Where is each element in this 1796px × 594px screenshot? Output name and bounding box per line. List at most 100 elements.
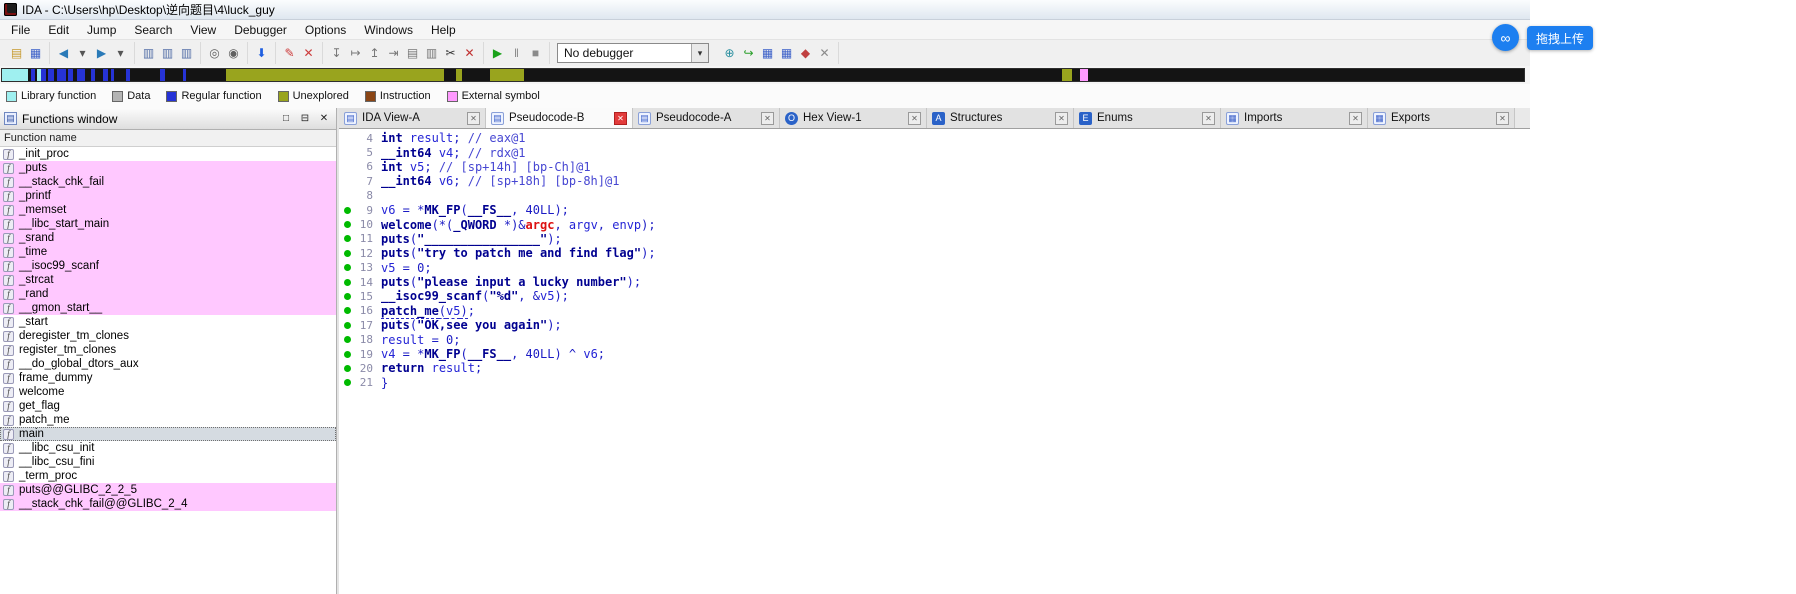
watch-list-icon[interactable]: ▥: [422, 44, 441, 63]
upload-widget-icon[interactable]: ∞: [1492, 24, 1519, 51]
tab-close-button[interactable]: ✕: [467, 111, 480, 125]
function-row[interactable]: f _time: [0, 245, 336, 259]
menu-item-view[interactable]: View: [181, 21, 225, 39]
function-row[interactable]: f __gmon_start__: [0, 301, 336, 315]
menu-item-file[interactable]: File: [2, 21, 39, 39]
discard-icon[interactable]: ✕: [299, 44, 318, 63]
function-name-column-header[interactable]: Function name: [0, 130, 336, 147]
tab-close-button[interactable]: ✕: [1202, 111, 1215, 125]
function-row[interactable]: f patch_me: [0, 413, 336, 427]
menu-item-windows[interactable]: Windows: [355, 21, 422, 39]
function-row[interactable]: f _rand: [0, 287, 336, 301]
tab-imports[interactable]: ▦ Imports ✕: [1221, 108, 1368, 128]
function-row[interactable]: f __isoc99_scanf: [0, 259, 336, 273]
function-row[interactable]: f __libc_csu_fini: [0, 455, 336, 469]
save-icon[interactable]: ▦: [26, 44, 45, 63]
code-line[interactable]: 11 puts("________________");: [339, 232, 1530, 246]
tab-pseudocode-a[interactable]: ▤ Pseudocode-A ✕: [633, 108, 780, 128]
open-file-icon[interactable]: ▤: [7, 44, 26, 63]
close-tool-icon[interactable]: ✕: [815, 44, 834, 63]
menu-item-search[interactable]: Search: [125, 21, 181, 39]
menu-item-jump[interactable]: Jump: [78, 21, 125, 39]
start-process-icon[interactable]: ▶: [488, 44, 507, 63]
code-line[interactable]: 17 puts("OK,see you again");: [339, 318, 1530, 332]
tab-close-button[interactable]: ✕: [1349, 111, 1362, 125]
upload-button[interactable]: 拖拽上传: [1527, 26, 1594, 50]
navigation-band[interactable]: [1, 68, 1525, 82]
forward-icon[interactable]: ▶: [92, 44, 111, 63]
function-row[interactable]: f deregister_tm_clones: [0, 329, 336, 343]
run-until-return-icon[interactable]: ↥: [365, 44, 384, 63]
function-row[interactable]: f get_flag: [0, 399, 336, 413]
tab-close-button[interactable]: ✕: [1496, 111, 1509, 125]
trace-icon[interactable]: ↪: [739, 44, 758, 63]
tab-hex-view-1[interactable]: O Hex View-1 ✕: [780, 108, 927, 128]
function-row[interactable]: f _init_proc: [0, 147, 336, 161]
jump-address-icon[interactable]: ▥: [177, 44, 196, 63]
code-line[interactable]: 8: [339, 189, 1530, 203]
menu-item-help[interactable]: Help: [422, 21, 465, 39]
code-line[interactable]: 19 v4 = *MK_FP(__FS__, 40LL) ^ v6;: [339, 347, 1530, 361]
tab-close-button[interactable]: ✕: [1055, 111, 1068, 125]
code-line[interactable]: 15 __isoc99_scanf("%d", &v5);: [339, 289, 1530, 303]
close-panel-button[interactable]: ✕: [316, 111, 332, 126]
function-row[interactable]: f _strcat: [0, 273, 336, 287]
patch-program-icon[interactable]: ✎: [280, 44, 299, 63]
function-row[interactable]: f _puts: [0, 161, 336, 175]
modules-icon[interactable]: ▦: [777, 44, 796, 63]
code-line[interactable]: 4 int result; // eax@1: [339, 131, 1530, 145]
function-row[interactable]: f _memset: [0, 203, 336, 217]
segments-icon[interactable]: ▦: [758, 44, 777, 63]
cut-icon[interactable]: ✂: [441, 44, 460, 63]
debugger-select[interactable]: No debugger ▾: [557, 43, 709, 63]
code-line[interactable]: 14 puts("please input a lucky number");: [339, 275, 1530, 289]
stack-trace-icon[interactable]: ▤: [403, 44, 422, 63]
function-row[interactable]: f _srand: [0, 231, 336, 245]
code-view[interactable]: 4 int result; // eax@1 5 __int64 v4; // rdx…: [339, 129, 1530, 594]
undock-button[interactable]: ⊟: [297, 111, 313, 126]
step-over-icon[interactable]: ↦: [346, 44, 365, 63]
tab-enums[interactable]: E Enums ✕: [1074, 108, 1221, 128]
code-line[interactable]: 21}: [339, 376, 1530, 390]
menu-item-options[interactable]: Options: [296, 21, 355, 39]
function-row[interactable]: f __libc_csu_init: [0, 441, 336, 455]
tab-pseudocode-b[interactable]: ▤ Pseudocode-B ✕: [486, 108, 633, 128]
cancel-action-icon[interactable]: ✕: [460, 44, 479, 63]
tab-close-button[interactable]: ✕: [908, 111, 921, 125]
search-text-icon[interactable]: ◎: [205, 44, 224, 63]
function-row[interactable]: f puts@@GLIBC_2_2_5: [0, 483, 336, 497]
back-icon[interactable]: ◀: [54, 44, 73, 63]
function-row[interactable]: f __stack_chk_fail@@GLIBC_2_4: [0, 497, 336, 511]
function-row[interactable]: f __do_global_dtors_aux: [0, 357, 336, 371]
search-bytes-icon[interactable]: ◉: [224, 44, 243, 63]
code-line[interactable]: 12 puts("try to patch me and find flag");: [339, 246, 1530, 260]
forward-history-icon[interactable]: ▾: [111, 44, 130, 63]
code-line[interactable]: 6 int v5; // [sp+14h] [bp-Ch]@1: [339, 160, 1530, 174]
function-row[interactable]: f main: [0, 427, 336, 441]
tab-structures[interactable]: A Structures ✕: [927, 108, 1074, 128]
function-row[interactable]: f register_tm_clones: [0, 343, 336, 357]
jump-name-icon[interactable]: ▥: [158, 44, 177, 63]
breakpoints-icon[interactable]: ◆: [796, 44, 815, 63]
run-to-cursor-icon[interactable]: ⇥: [384, 44, 403, 63]
menu-item-edit[interactable]: Edit: [39, 21, 78, 39]
jump-next-icon[interactable]: ⬇: [252, 44, 271, 63]
code-line[interactable]: 20 return result;: [339, 361, 1530, 375]
tab-ida-view-a[interactable]: ▤ IDA View-A ✕: [339, 108, 486, 128]
code-line[interactable]: 13 v5 = 0;: [339, 261, 1530, 275]
function-row[interactable]: f __libc_start_main: [0, 217, 336, 231]
function-row[interactable]: f welcome: [0, 385, 336, 399]
function-row[interactable]: f _term_proc: [0, 469, 336, 483]
code-line[interactable]: 9 v6 = *MK_FP(__FS__, 40LL);: [339, 203, 1530, 217]
back-history-icon[interactable]: ▾: [73, 44, 92, 63]
maximize-button[interactable]: □: [278, 111, 294, 126]
pause-process-icon[interactable]: ‖: [507, 44, 526, 63]
attach-icon[interactable]: ⊕: [720, 44, 739, 63]
code-line[interactable]: 18 result = 0;: [339, 332, 1530, 347]
code-line[interactable]: 16 patch_me(v5);: [339, 303, 1530, 319]
function-row[interactable]: f _start: [0, 315, 336, 329]
function-row[interactable]: f frame_dummy: [0, 371, 336, 385]
function-row[interactable]: f __stack_chk_fail: [0, 175, 336, 189]
menu-item-debugger[interactable]: Debugger: [225, 21, 296, 39]
stop-process-icon[interactable]: ■: [526, 44, 545, 63]
